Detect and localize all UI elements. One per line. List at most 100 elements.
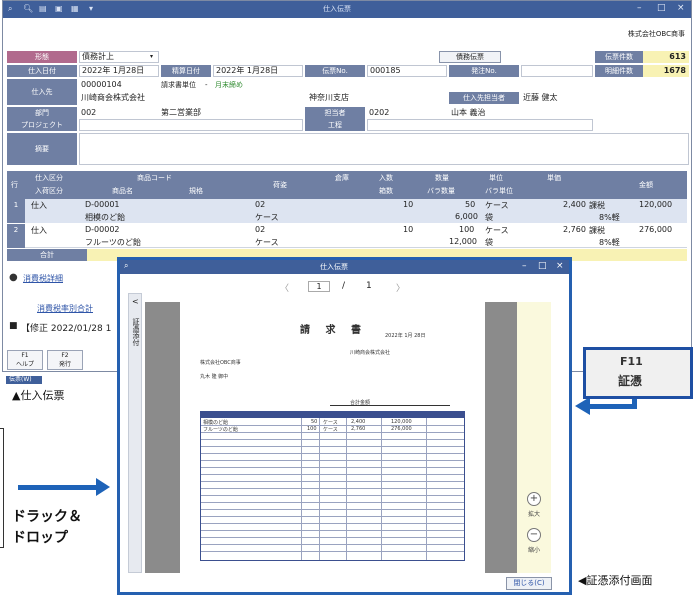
viewer-title-bar: ⌕ 仕入伝票 – □ ×	[120, 260, 569, 274]
row-code: D-00002	[85, 225, 120, 234]
maximize-icon[interactable]: □	[538, 261, 547, 271]
tax-sum-link[interactable]: 消費税率別合計	[37, 303, 93, 314]
dropdown-icon[interactable]: ▾	[89, 4, 93, 13]
tax-detail-link[interactable]: 消費税詳細	[23, 273, 63, 284]
chevron-left-icon[interactable]: <	[132, 297, 139, 306]
save-icon[interactable]: ▣	[55, 4, 63, 13]
search-icon[interactable]: ⌕	[124, 261, 128, 271]
row-name: フルーツのど飴	[85, 238, 141, 247]
close-icon[interactable]: ×	[677, 3, 685, 13]
row-kubun: 仕入	[31, 226, 47, 235]
page-separator: /	[342, 281, 346, 291]
col-hakosu: 箱数	[379, 187, 393, 195]
close-icon[interactable]: ×	[556, 261, 564, 271]
kubun-value: 債務計上	[82, 52, 114, 61]
zoom-out-button[interactable]: −	[527, 528, 541, 542]
row-price: 2,400	[563, 200, 586, 209]
supplier-code[interactable]: 00000104	[81, 79, 122, 91]
magnify-icon[interactable]: 🔍︎	[23, 4, 33, 13]
f2-label: 発行	[58, 361, 71, 368]
close-button[interactable]: 閉じる(C)	[506, 577, 552, 590]
invoice-table-header	[201, 412, 464, 418]
project-label: プロジェクト	[7, 119, 77, 131]
table-row[interactable]: 2 仕入 D-00002 フルーツのど飴 02 ケース 10 100 12,00…	[7, 224, 687, 248]
order-slip-button[interactable]: 債務伝票	[439, 51, 501, 63]
col-kubun2: 入荷区分	[35, 187, 63, 195]
f2-button[interactable]: F2 発行	[47, 350, 83, 370]
row-tax: 課税	[589, 201, 605, 210]
row-pack: ケース	[255, 238, 279, 247]
col-price: 単価	[547, 174, 561, 182]
row-tax-rate: 8%軽	[599, 213, 620, 222]
col-unit: 単位	[489, 174, 503, 182]
date-field[interactable]: 2022年 1月28日	[79, 65, 159, 77]
maximize-icon[interactable]: □	[657, 3, 666, 13]
slip-no-label: 伝票No.	[305, 65, 365, 77]
f1-button[interactable]: F1 ヘルプ	[7, 350, 43, 370]
staff-name: 山本 義治	[451, 108, 486, 117]
memo-field[interactable]	[79, 133, 689, 165]
drag-arrow-shaft	[18, 485, 98, 490]
col-bara-unit: バラ単位	[485, 187, 513, 195]
col-warehouse: 倉庫	[335, 174, 349, 182]
drag-arrow-head	[96, 478, 110, 496]
side-tab-label: 証憑添付	[132, 318, 140, 346]
kubun-select[interactable]: 債務計上 ▾	[79, 51, 159, 63]
col-kubun: 仕入区分	[35, 174, 63, 182]
table-row[interactable]: 1 仕入 D-00001 相模のど飴 02 ケース 10 50 6,000 ケー…	[7, 199, 687, 223]
evidence-side-tab[interactable]: < 証憑添付	[128, 293, 142, 573]
row-price: 2,760	[563, 225, 586, 234]
order-no-field[interactable]	[521, 65, 593, 77]
invoice-to-company: 株式会社OBC商事	[200, 360, 241, 366]
post-date-value: 2022年 1月28日	[216, 66, 279, 75]
row-unit: ケース	[485, 226, 509, 235]
f11-evidence-button[interactable]: F11 証憑	[583, 347, 693, 399]
circle-plus-icon: ●	[9, 272, 18, 283]
col-row: 行	[11, 181, 18, 189]
prev-page-icon[interactable]: 〈	[280, 281, 289, 294]
f1-label: ヘルプ	[15, 361, 34, 368]
next-page-icon[interactable]: 〉	[396, 281, 405, 294]
billing-value: 月末締め	[215, 81, 243, 89]
drag-drop-line1: ドラック＆	[12, 509, 82, 525]
row-bara: 12,000	[449, 237, 477, 246]
drop-source-box	[0, 428, 4, 548]
print-icon[interactable]: ▤	[39, 4, 47, 13]
date-value: 2022年 1月28日	[82, 66, 145, 75]
search-icon[interactable]: ⌕	[8, 4, 12, 14]
slip-no-field[interactable]: 000185	[367, 65, 447, 77]
minimize-icon[interactable]: –	[637, 3, 642, 13]
row-storage: 02	[255, 225, 266, 234]
f1-key: F1	[21, 352, 29, 359]
status-bar[interactable]: 伝票(W)	[6, 376, 42, 384]
page-current[interactable]: 1	[308, 281, 330, 292]
process-field[interactable]	[367, 119, 593, 131]
col-storage: 荷姿	[273, 181, 287, 189]
detail-count: 1678	[643, 65, 689, 77]
detail-table-header: 行 仕入区分 入荷区分 商品コード 商品名 規格 荷姿 倉庫 入数 箱数 数量 …	[7, 171, 687, 199]
col-product-name: 商品名	[112, 187, 133, 195]
billing-select[interactable]: -	[205, 79, 208, 91]
viewer-caption: ◀証憑添付画面	[578, 574, 653, 587]
function-keys: F1 ヘルプ F2 発行	[7, 350, 127, 372]
post-date-field[interactable]: 2022年 1月28日	[213, 65, 303, 77]
contact-value[interactable]: 近藤 健太	[523, 92, 558, 104]
staff-code[interactable]: 0202	[369, 107, 389, 119]
order-no-label: 発注No.	[449, 65, 519, 77]
branch-name: 神奈川支店	[309, 93, 349, 102]
f2-key: F2	[61, 352, 69, 359]
minimize-icon[interactable]: –	[522, 261, 527, 271]
supplier-label: 仕入先	[7, 79, 77, 105]
row-qty: 100	[459, 225, 475, 234]
project-field[interactable]	[79, 119, 303, 131]
slip-count-label: 伝票件数	[595, 51, 643, 63]
zoom-in-button[interactable]: +	[527, 492, 541, 506]
total-underline	[330, 405, 450, 406]
viewer-title: 仕入伝票	[320, 263, 348, 271]
tools-icon[interactable]: ▦	[71, 4, 79, 13]
chevron-down-icon: ▾	[150, 53, 154, 60]
dept-name: 第二営業部	[161, 108, 201, 117]
row-kubun: 仕入	[31, 201, 47, 210]
kubun-label: 形態	[7, 51, 77, 63]
dept-code[interactable]: 002	[81, 107, 96, 119]
